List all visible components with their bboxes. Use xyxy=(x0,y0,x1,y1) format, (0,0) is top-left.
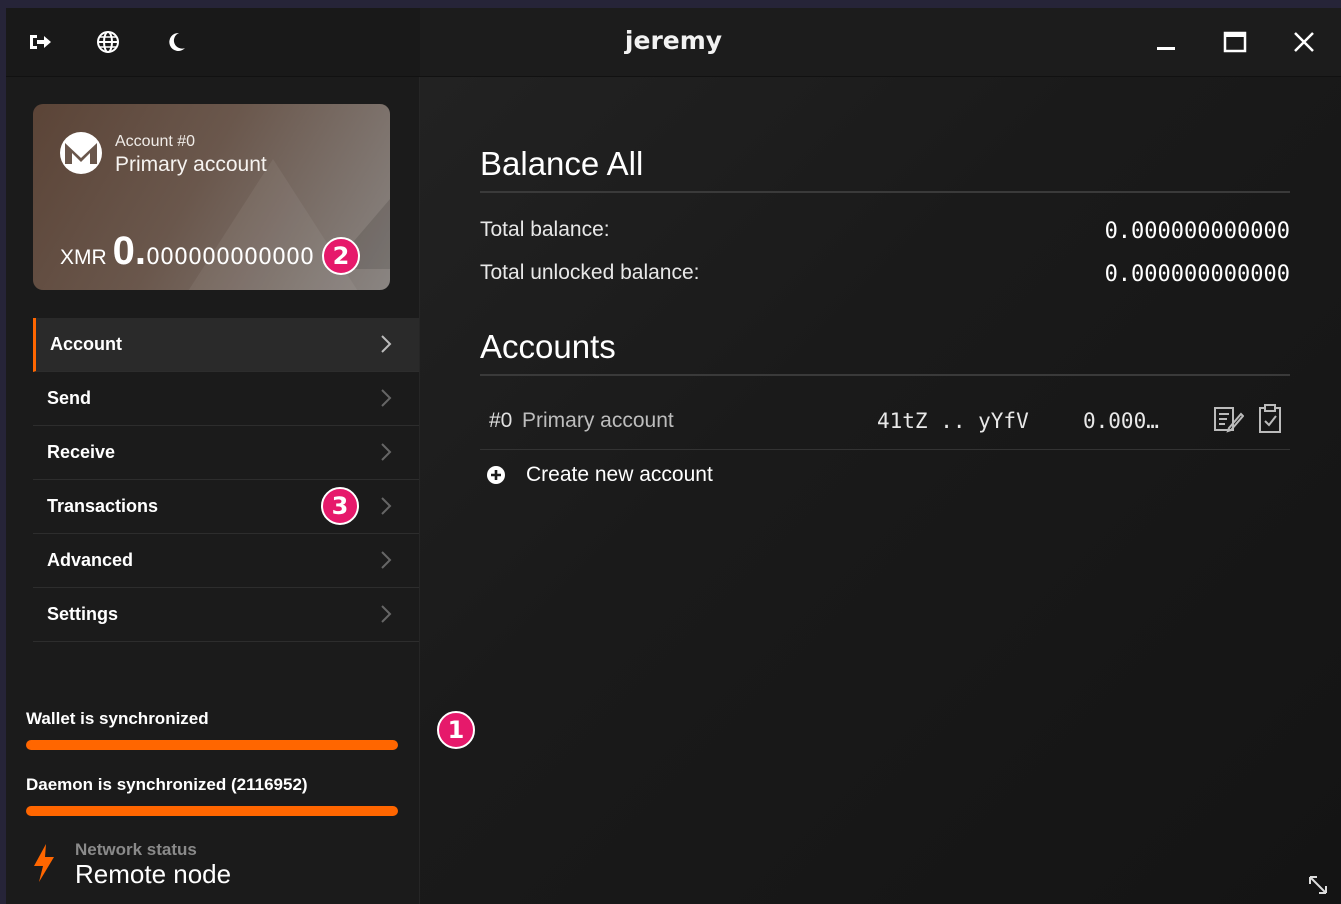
card-balance: XMR 0. 000000000000 xyxy=(60,229,314,274)
account-number: Account #0 xyxy=(115,133,196,150)
balance-heading: Balance All xyxy=(480,145,644,182)
plus-circle-icon xyxy=(487,466,505,484)
wallet-sync-status: Wallet is synchronized xyxy=(26,709,209,728)
create-account-label: Create new account xyxy=(526,463,713,486)
sidebar-item-receive[interactable]: Receive xyxy=(33,426,419,480)
account-name: Primary account xyxy=(115,153,267,176)
total-balance-value: 0.000000000000 xyxy=(1104,219,1290,244)
chevron-right-icon xyxy=(381,443,392,461)
sidebar-item-advanced[interactable]: Advanced xyxy=(33,534,419,588)
daemon-sync-progress-bar xyxy=(26,806,398,816)
clipboard-icon[interactable] xyxy=(1254,403,1286,435)
balance-decimal: 000000000000 xyxy=(146,245,314,270)
sidebar-item-account[interactable]: Account xyxy=(33,318,419,372)
annotation-badge-3: 3 xyxy=(321,487,359,525)
sidebar-item-label: Transactions xyxy=(47,496,159,516)
account-index: #0 xyxy=(489,409,513,432)
edit-icon[interactable] xyxy=(1212,403,1244,435)
resize-icon[interactable] xyxy=(1307,874,1329,896)
monero-logo-icon xyxy=(59,131,103,175)
sidebar-item-label: Advanced xyxy=(47,550,134,570)
network-status-value[interactable]: Remote node xyxy=(75,859,231,890)
title-bar: jeremy xyxy=(6,8,1341,77)
balance-integer: 0. xyxy=(112,229,147,273)
unlocked-balance-label: Total unlocked balance: xyxy=(480,261,700,284)
create-account-button[interactable]: Create new account xyxy=(486,463,713,487)
lightning-icon xyxy=(34,844,54,882)
maximize-icon[interactable] xyxy=(1219,26,1251,58)
unlocked-balance-value: 0.000000000000 xyxy=(1104,262,1290,287)
window-title: jeremy xyxy=(624,26,723,55)
sidebar: Account #0 Primary account XMR 0. 000000… xyxy=(6,77,420,904)
total-balance-label: Total balance: xyxy=(480,218,610,241)
account-row-name: Primary account xyxy=(522,409,674,432)
sidebar-item-send[interactable]: Send xyxy=(33,372,419,426)
daemon-sync-status: Daemon is synchronized (2116952) xyxy=(26,775,308,794)
chevron-right-icon xyxy=(381,335,392,353)
sidebar-menu: Account Send Receive Transactions 3 Adva… xyxy=(33,318,419,642)
account-row[interactable]: #0 Primary account 41tZ .. yYfV 0.000… xyxy=(480,389,1290,450)
main-content: Balance All Total balance: 0.00000000000… xyxy=(420,77,1341,904)
chevron-right-icon xyxy=(381,605,392,623)
sidebar-item-label: Receive xyxy=(47,442,116,462)
account-balance: 0.000… xyxy=(1083,409,1159,433)
chevron-right-icon xyxy=(381,389,392,407)
wallet-sync-progress-bar xyxy=(26,740,398,750)
sidebar-item-label: Account xyxy=(50,334,122,354)
divider xyxy=(480,191,1290,193)
annotation-badge-2: 2 xyxy=(322,237,360,275)
accounts-heading: Accounts xyxy=(480,328,616,365)
annotation-badge-1: 1 xyxy=(437,711,475,749)
chevron-right-icon xyxy=(381,551,392,569)
wallet-window: jeremy Account #0 Primary account XMR 0.… xyxy=(6,8,1341,904)
close-icon[interactable] xyxy=(1288,26,1320,58)
account-address: 41tZ .. yYfV xyxy=(877,409,1029,433)
chevron-right-icon xyxy=(381,497,392,515)
currency-label: XMR xyxy=(60,246,107,269)
sidebar-item-label: Settings xyxy=(47,604,119,624)
network-status-label: Network status xyxy=(75,840,197,859)
sidebar-item-label: Send xyxy=(47,388,92,408)
sidebar-item-transactions[interactable]: Transactions 3 xyxy=(33,480,419,534)
sidebar-item-settings[interactable]: Settings xyxy=(33,588,419,642)
minimize-icon[interactable] xyxy=(1150,26,1182,58)
divider xyxy=(480,374,1290,376)
